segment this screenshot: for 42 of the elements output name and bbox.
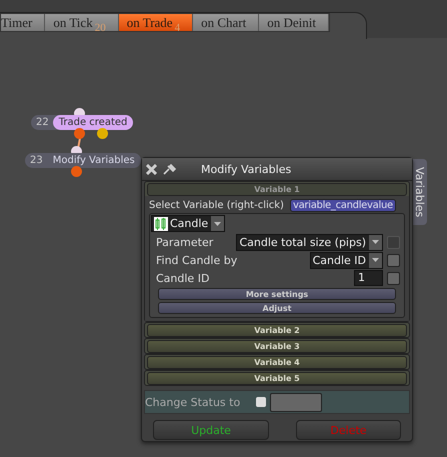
section-header[interactable]: Variable 4 [147, 356, 407, 369]
update-button[interactable]: Update [153, 420, 269, 440]
tab[interactable]: on Tick$_{20}$ [45, 14, 119, 31]
flow-node[interactable]: 23 Modify Variables [25, 153, 141, 168]
node-label: Trade created [52, 115, 134, 130]
field-label: Candle ID [156, 272, 210, 284]
type-dropdown[interactable]: Candle [151, 215, 226, 232]
section-header[interactable]: Variable 2 [147, 324, 407, 337]
flow-node[interactable]: 22 Trade created [31, 115, 134, 130]
section-header[interactable]: Variable 1 [147, 183, 407, 196]
field-label: Select Variable (right-click) [149, 200, 284, 211]
caret-icon[interactable] [372, 240, 379, 244]
tab[interactable]: Timer [1, 14, 46, 31]
field-label: Parameter [156, 236, 214, 248]
settings-button[interactable]: Adjust [158, 302, 396, 314]
node-number: 23 [29, 155, 44, 166]
variable-field[interactable]: variable_candlevalue [290, 199, 396, 212]
checkbox[interactable] [256, 397, 266, 407]
candle-icon [154, 216, 168, 230]
dropdown[interactable]: Candle ID [310, 252, 383, 268]
status-field[interactable] [270, 392, 322, 412]
tab[interactable]: on Trade$_{4}$ [118, 14, 194, 31]
field-label: Find Candle by [156, 254, 238, 266]
input-field[interactable]: 1 [354, 270, 383, 286]
section-header[interactable]: Variable 5 [147, 372, 407, 385]
caret-icon[interactable] [372, 258, 379, 262]
node-number: 22 [35, 117, 50, 128]
close-icon[interactable] [146, 164, 157, 174]
output-port[interactable] [97, 128, 108, 139]
caret-icon[interactable] [214, 222, 222, 226]
side-tab[interactable]: Variables [412, 159, 427, 225]
field-label: Change Status to [145, 396, 240, 408]
window-title: Modify Variables [201, 162, 292, 176]
checkbox[interactable] [387, 272, 400, 284]
output-port[interactable] [74, 128, 85, 139]
connector-line [76, 138, 82, 149]
output-port[interactable] [71, 166, 82, 177]
checkbox[interactable] [387, 254, 400, 266]
tab[interactable]: on Chart [193, 14, 260, 31]
section-header[interactable]: Variable 3 [147, 340, 407, 353]
tab[interactable]: on Deinit [259, 14, 329, 31]
settings-button[interactable]: More settings [158, 288, 396, 300]
